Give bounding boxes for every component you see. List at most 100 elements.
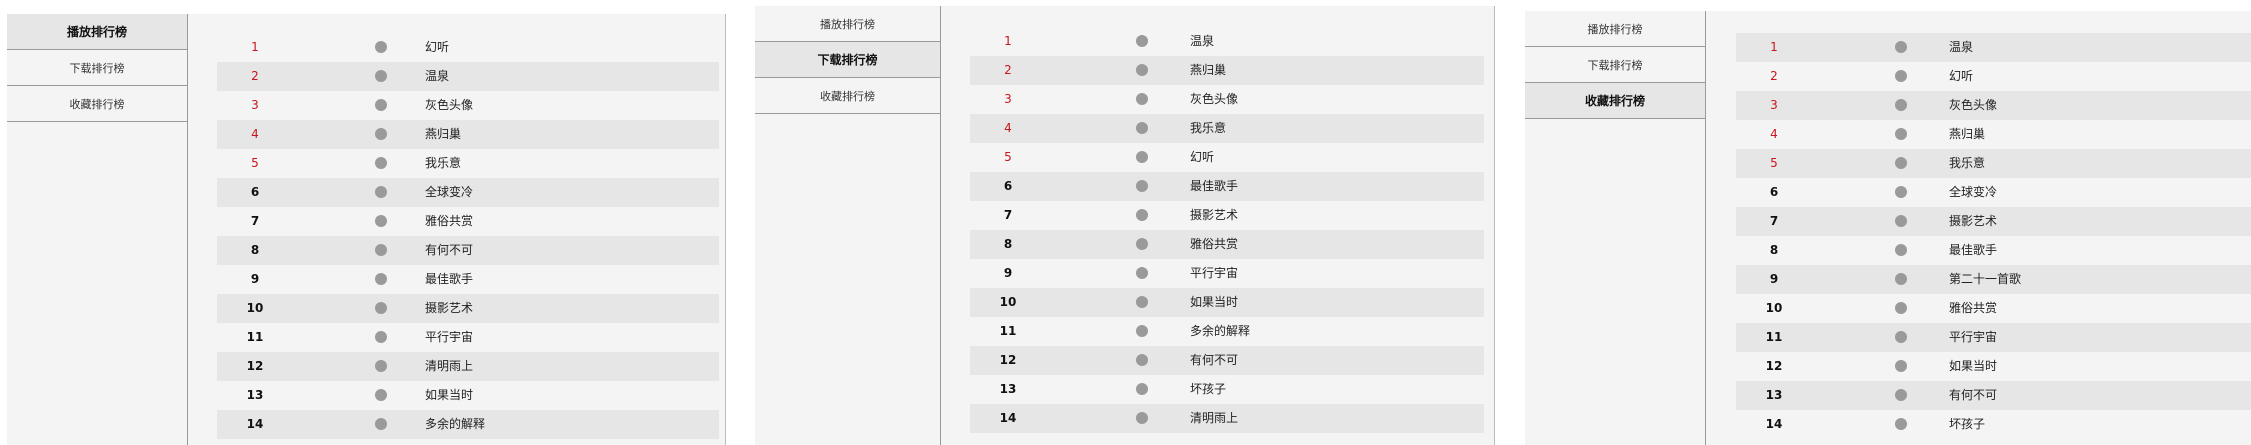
dot-icon (1136, 122, 1148, 134)
dot-icon (375, 389, 387, 401)
song-row[interactable]: 6 全球变冷 (1736, 178, 2251, 207)
song-row[interactable]: 5 幻听 (970, 143, 1484, 172)
rank-number: 2 (1770, 69, 1778, 83)
song-row[interactable]: 14 坏孩子 (1736, 410, 2251, 439)
tab-favorite-ranking[interactable]: 收藏排行榜 (1525, 83, 1705, 119)
song-row[interactable]: 2 燕归巢 (970, 56, 1484, 85)
tab-download-ranking[interactable]: 下载排行榜 (7, 50, 187, 86)
song-row[interactable]: 3 灰色头像 (1736, 91, 2251, 120)
song-row[interactable]: 14 多余的解释 (217, 410, 719, 439)
song-row[interactable]: 11 平行宇宙 (217, 323, 719, 352)
song-row[interactable]: 8 最佳歌手 (1736, 236, 2251, 265)
song-row[interactable]: 4 燕归巢 (1736, 120, 2251, 149)
song-title: 最佳歌手 (1949, 243, 1998, 257)
song-row[interactable]: 12 如果当时 (1736, 352, 2251, 381)
ranking-sidebar: 播放排行榜 下载排行榜 收藏排行榜 (755, 6, 941, 445)
song-title: 幻听 (1949, 69, 1974, 83)
rank-number: 9 (1003, 266, 1013, 280)
dot-icon (1895, 302, 1907, 314)
song-row[interactable]: 5 我乐意 (217, 149, 719, 178)
dot-icon (1895, 186, 1907, 198)
rank-number: 7 (1003, 208, 1013, 222)
song-title: 灰色头像 (1190, 92, 1239, 106)
dot-icon (375, 273, 387, 285)
song-row[interactable]: 10 摄影艺术 (217, 294, 719, 323)
song-row[interactable]: 13 有何不可 (1736, 381, 2251, 410)
song-title: 清明雨上 (1190, 411, 1239, 425)
song-row[interactable]: 13 如果当时 (217, 381, 719, 410)
rank-number: 11 (246, 330, 264, 344)
rank-number: 7 (1769, 214, 1779, 228)
song-title: 摄影艺术 (1190, 208, 1239, 222)
song-row[interactable]: 8 有何不可 (217, 236, 719, 265)
dot-icon (1895, 331, 1907, 343)
rank-number: 1 (251, 40, 259, 54)
dot-icon (1136, 296, 1148, 308)
rank-number: 3 (251, 98, 259, 112)
song-title: 最佳歌手 (425, 272, 474, 286)
song-list: 1 温泉 2 幻听 3 灰色头像 4 燕归巢 5 我乐意 6 全球变冷 7 摄影艺术 8 最佳歌手 9 第二十一首… (1736, 33, 2251, 439)
song-title: 如果当时 (1190, 295, 1239, 309)
song-row[interactable]: 9 第二十一首歌 (1736, 265, 2251, 294)
song-row[interactable]: 12 清明雨上 (217, 352, 719, 381)
tab-play-ranking[interactable]: 播放排行榜 (755, 6, 940, 42)
song-title: 雅俗共赏 (1949, 301, 1998, 315)
dot-icon (1895, 70, 1907, 82)
rank-number: 5 (1004, 150, 1012, 164)
song-row[interactable]: 14 清明雨上 (970, 404, 1484, 433)
dot-icon (375, 128, 387, 140)
dot-icon (375, 70, 387, 82)
song-row[interactable]: 4 燕归巢 (217, 120, 719, 149)
play-ranking-panel: 播放排行榜 下载排行榜 收藏排行榜 1 幻听 2 温泉 3 灰色头像 4 燕归巢 5 我乐意 6 全球变冷 7… (7, 14, 726, 445)
song-row[interactable]: 1 幻听 (217, 33, 719, 62)
rank-number: 13 (246, 388, 264, 402)
song-row[interactable]: 7 雅俗共赏 (217, 207, 719, 236)
song-row[interactable]: 9 最佳歌手 (217, 265, 719, 294)
song-row[interactable]: 10 雅俗共赏 (1736, 294, 2251, 323)
song-row[interactable]: 6 全球变冷 (217, 178, 719, 207)
song-title: 全球变冷 (1949, 185, 1998, 199)
rank-number: 14 (999, 411, 1017, 425)
dot-icon (1895, 244, 1907, 256)
song-row[interactable]: 13 坏孩子 (970, 375, 1484, 404)
rank-number: 9 (250, 272, 260, 286)
song-row[interactable]: 11 多余的解释 (970, 317, 1484, 346)
song-row[interactable]: 2 幻听 (1736, 62, 2251, 91)
dot-icon (1895, 389, 1907, 401)
dot-icon (375, 41, 387, 53)
dot-icon (375, 360, 387, 372)
dot-icon (1136, 93, 1148, 105)
song-row[interactable]: 7 摄影艺术 (1736, 207, 2251, 236)
rank-number: 12 (1765, 359, 1783, 373)
rank-number: 11 (999, 324, 1017, 338)
rank-number: 6 (1003, 179, 1013, 193)
song-row[interactable]: 8 雅俗共赏 (970, 230, 1484, 259)
song-row[interactable]: 1 温泉 (1736, 33, 2251, 62)
song-row[interactable]: 3 灰色头像 (970, 85, 1484, 114)
song-row[interactable]: 3 灰色头像 (217, 91, 719, 120)
dot-icon (375, 302, 387, 314)
song-row[interactable]: 9 平行宇宙 (970, 259, 1484, 288)
dot-icon (1136, 354, 1148, 366)
song-row[interactable]: 10 如果当时 (970, 288, 1484, 317)
dot-icon (1895, 99, 1907, 111)
tab-favorite-ranking[interactable]: 收藏排行榜 (7, 86, 187, 122)
tab-play-ranking[interactable]: 播放排行榜 (7, 14, 187, 50)
song-row[interactable]: 2 温泉 (217, 62, 719, 91)
song-title: 有何不可 (1949, 388, 1998, 402)
song-row[interactable]: 5 我乐意 (1736, 149, 2251, 178)
tab-download-ranking[interactable]: 下载排行榜 (755, 42, 940, 78)
tab-play-ranking[interactable]: 播放排行榜 (1525, 11, 1705, 47)
song-title: 燕归巢 (425, 127, 462, 141)
tab-favorite-ranking[interactable]: 收藏排行榜 (755, 78, 940, 114)
song-row[interactable]: 11 平行宇宙 (1736, 323, 2251, 352)
song-row[interactable]: 1 温泉 (970, 27, 1484, 56)
song-row[interactable]: 12 有何不可 (970, 346, 1484, 375)
song-row[interactable]: 6 最佳歌手 (970, 172, 1484, 201)
rank-number: 7 (250, 214, 260, 228)
song-title: 平行宇宙 (1949, 330, 1998, 344)
dot-icon (1136, 383, 1148, 395)
tab-download-ranking[interactable]: 下载排行榜 (1525, 47, 1705, 83)
song-row[interactable]: 4 我乐意 (970, 114, 1484, 143)
song-row[interactable]: 7 摄影艺术 (970, 201, 1484, 230)
